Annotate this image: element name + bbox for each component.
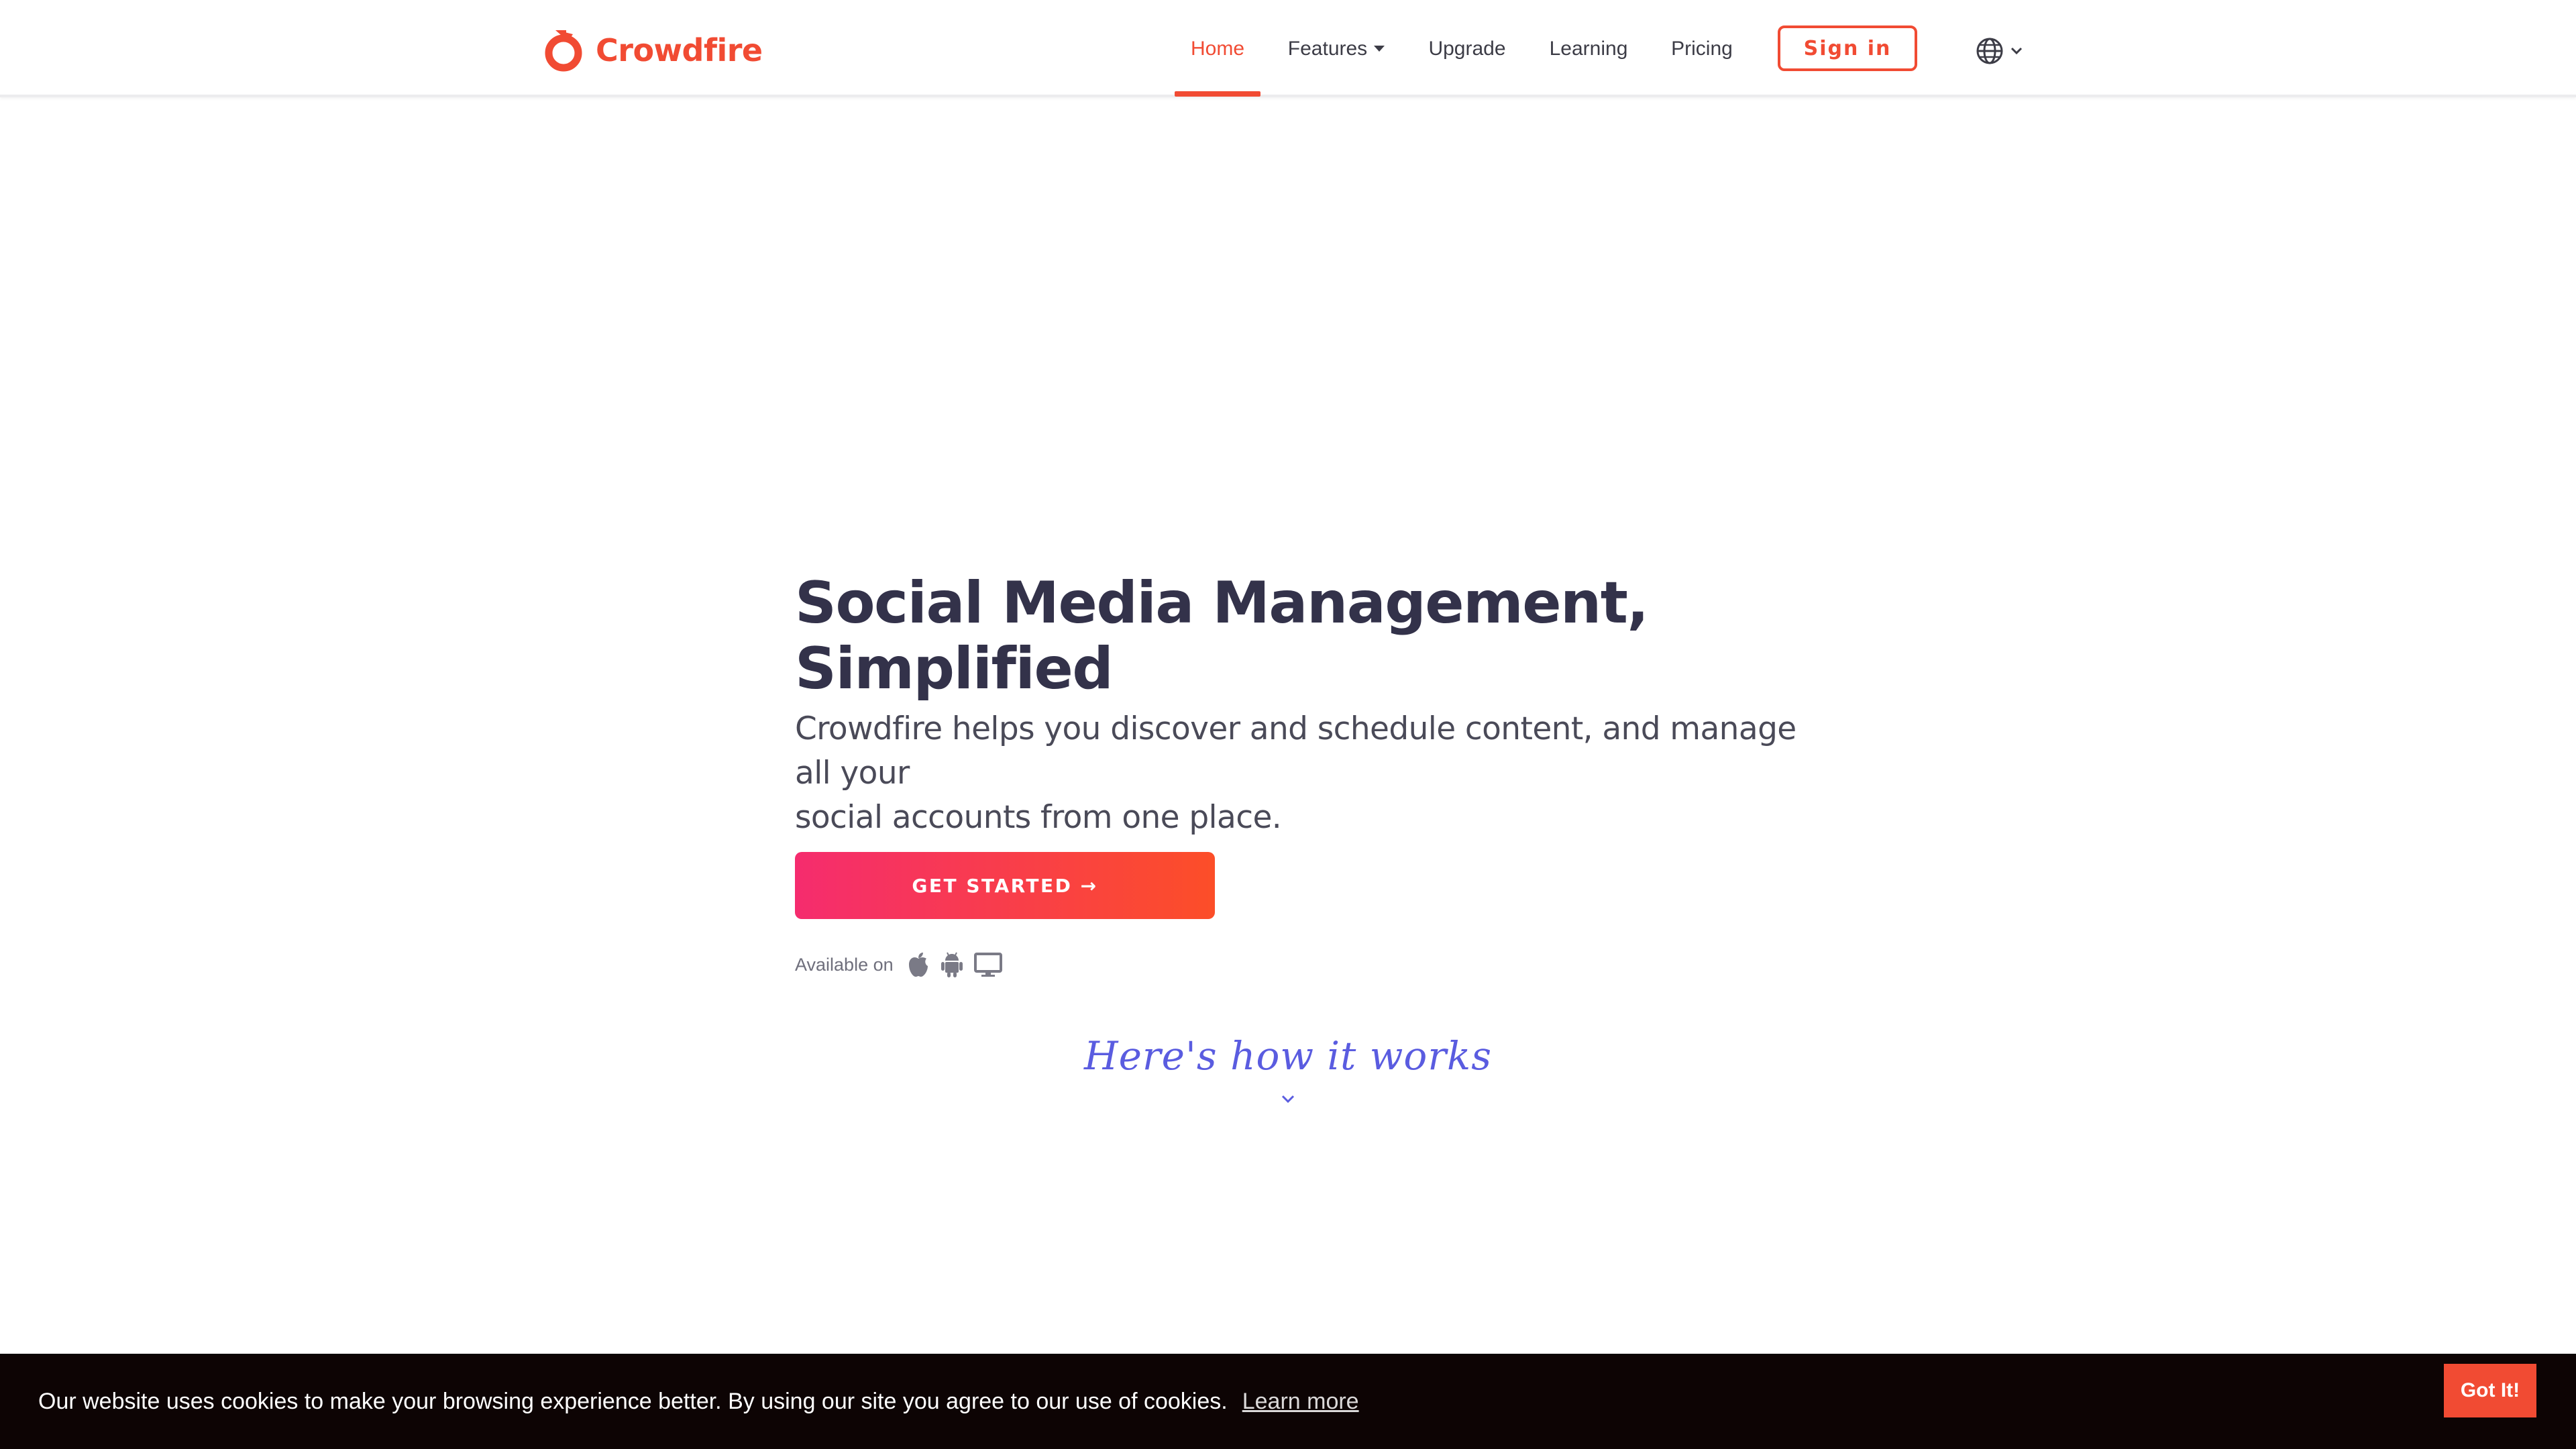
get-started-button[interactable]: GET STARTED → bbox=[795, 852, 1215, 919]
top-navbar: Crowdfire Home Features Upgrade Learning… bbox=[0, 0, 2576, 97]
accept-cookies-button[interactable]: Got It! bbox=[2444, 1364, 2536, 1417]
active-nav-indicator bbox=[1175, 91, 1260, 97]
nav-features[interactable]: Features bbox=[1283, 0, 1390, 97]
chevron-down-icon[interactable] bbox=[1275, 1092, 1301, 1108]
chevron-down-icon bbox=[2010, 47, 2023, 55]
android-icon[interactable] bbox=[939, 951, 965, 978]
cookie-message: Our website uses cookies to make your br… bbox=[38, 1354, 1359, 1449]
nav-upgrade[interactable]: Upgrade bbox=[1424, 0, 1511, 97]
nav-home[interactable]: Home bbox=[1175, 0, 1260, 97]
available-platforms: Available on bbox=[795, 950, 1002, 979]
desktop-icon[interactable] bbox=[973, 951, 1002, 978]
globe-icon bbox=[1976, 38, 2003, 64]
caret-down-icon bbox=[1374, 46, 1385, 52]
logo-text: Crowdfire bbox=[596, 32, 763, 68]
hero-subtitle: Crowdfire helps you discover and schedul… bbox=[795, 707, 1815, 840]
cookie-message-text: Our website uses cookies to make your br… bbox=[38, 1388, 1228, 1414]
nav-pricing[interactable]: Pricing bbox=[1665, 0, 1739, 97]
cookie-banner: Our website uses cookies to make your br… bbox=[0, 1354, 2576, 1449]
hero-title: Social Media Management, Simplified bbox=[795, 570, 1801, 702]
crowdfire-logo-icon bbox=[545, 30, 582, 72]
page: Crowdfire Home Features Upgrade Learning… bbox=[0, 0, 2576, 1449]
hero-title-line-2: Simplified bbox=[795, 635, 1114, 702]
learn-more-link[interactable]: Learn more bbox=[1242, 1389, 1359, 1415]
hero-subtitle-line-2: social accounts from one place. bbox=[795, 799, 1282, 836]
nav-features-label: Features bbox=[1287, 37, 1368, 60]
how-it-works-label[interactable]: Here's how it works bbox=[1073, 1033, 1503, 1079]
apple-icon[interactable] bbox=[907, 951, 930, 978]
hero-title-line-1: Social Media Management, bbox=[795, 570, 1649, 637]
crowdfire-logo[interactable]: Crowdfire bbox=[542, 27, 763, 74]
available-on-label: Available on bbox=[795, 954, 894, 975]
hero-subtitle-line-1: Crowdfire helps you discover and schedul… bbox=[795, 710, 1796, 792]
language-selector[interactable] bbox=[1975, 35, 2023, 67]
sign-in-button[interactable]: Sign in bbox=[1778, 25, 1917, 71]
nav-learning[interactable]: Learning bbox=[1543, 0, 1634, 97]
